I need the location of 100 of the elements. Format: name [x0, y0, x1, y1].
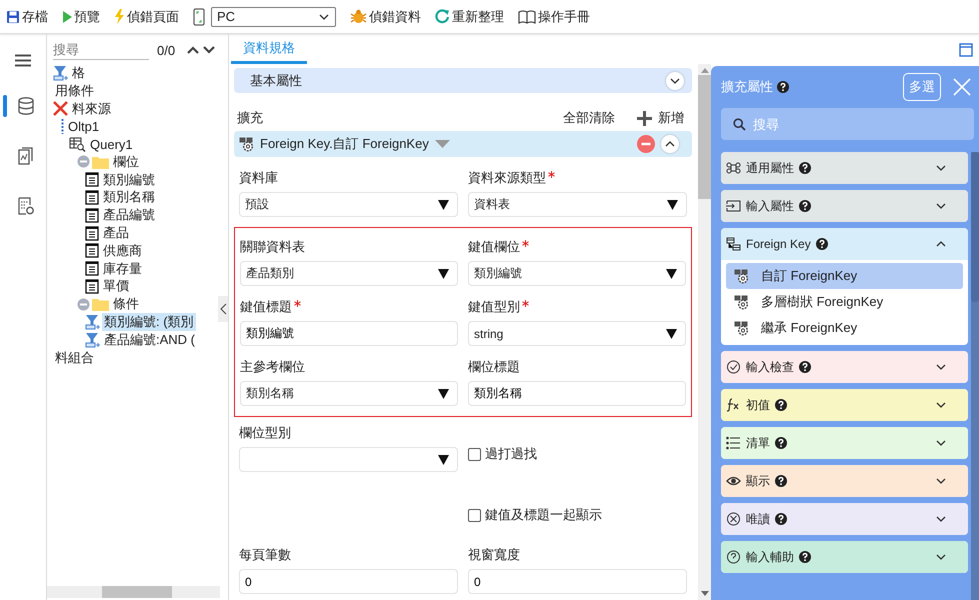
- help-icon[interactable]: [775, 437, 787, 449]
- dropdown[interactable]: 類別編號: [468, 261, 686, 286]
- group-header[interactable]: 唯讀: [721, 503, 968, 535]
- tree-item[interactable]: 欄位: [111, 152, 141, 171]
- chevron-up-icon[interactable]: [187, 46, 200, 54]
- scrollbar-thumb[interactable]: [971, 152, 979, 302]
- add-button[interactable]: 新增: [637, 109, 684, 127]
- help-icon[interactable]: [816, 238, 828, 250]
- checkbox[interactable]: [468, 508, 481, 522]
- document-icon: [85, 226, 99, 241]
- tree-item[interactable]: 單價: [101, 277, 131, 296]
- dropdown[interactable]: 類別名稱: [240, 381, 458, 406]
- tree-item[interactable]: 庫存量: [101, 260, 144, 278]
- group-header[interactable]: Foreign Key: [721, 228, 968, 260]
- field-label: 關聯資料表: [240, 238, 305, 256]
- list-item[interactable]: 自訂 ForeignKey: [726, 263, 963, 289]
- gear-table-icon: [239, 136, 254, 152]
- panel-icon[interactable]: [959, 43, 973, 57]
- tree-item[interactable]: 類別編號: (類別: [102, 313, 196, 332]
- scroll-down-icon[interactable]: [700, 591, 708, 596]
- tree-item[interactable]: 供應商: [101, 242, 144, 260]
- input-field[interactable]: 類別名稱: [468, 381, 686, 406]
- tree-item[interactable]: 格: [70, 64, 87, 82]
- chevron-down-icon: [936, 554, 946, 560]
- help-icon[interactable]: [777, 81, 789, 93]
- field-label: 鍵值欄位: [468, 238, 520, 256]
- chevron-up-icon: [936, 241, 946, 247]
- help-icon[interactable]: [799, 551, 811, 563]
- input-field[interactable]: 0: [468, 569, 687, 594]
- group-header[interactable]: 輸入檢查: [721, 351, 968, 383]
- dropdown[interactable]: 產品類別: [240, 261, 458, 286]
- remove-icon[interactable]: [637, 135, 655, 153]
- help-icon[interactable]: [799, 200, 811, 212]
- clear-all-button[interactable]: 全部清除: [563, 109, 615, 127]
- group-header[interactable]: 初值: [721, 389, 968, 421]
- search-field[interactable]: 搜尋: [53, 40, 149, 60]
- document-icon: [85, 172, 99, 188]
- collapse-handle[interactable]: [218, 296, 228, 322]
- tree-item[interactable]: 產品: [101, 224, 131, 242]
- eye-icon: [726, 474, 741, 488]
- group-header[interactable]: 輸入輔助: [721, 541, 968, 573]
- group-header[interactable]: 輸入屬性: [721, 190, 968, 222]
- function-icon: [726, 398, 741, 412]
- tree-item[interactable]: 類別編號: [101, 170, 157, 189]
- list-item[interactable]: 繼承 ForeignKey: [726, 315, 963, 341]
- device-dropdown[interactable]: PC: [211, 6, 336, 26]
- tree-item[interactable]: Oltp1: [66, 118, 102, 134]
- field-label: 資料庫: [239, 169, 278, 187]
- close-icon[interactable]: [953, 78, 971, 96]
- chevron-down-icon: [936, 165, 946, 171]
- folder-icon: [92, 154, 109, 169]
- phone-icon[interactable]: [193, 8, 205, 26]
- field-label: 視窗寬度: [468, 546, 520, 564]
- search-field[interactable]: 搜尋: [721, 108, 974, 140]
- checkbox[interactable]: [468, 448, 481, 460]
- help-icon[interactable]: [799, 361, 811, 373]
- document-icon: [85, 190, 99, 205]
- caret-icon: [438, 388, 449, 398]
- tree-item[interactable]: 用條件: [53, 82, 96, 100]
- collapse-button[interactable]: [661, 135, 679, 153]
- toolbar-button[interactable]: 偵錯資料: [350, 8, 421, 26]
- tree-item[interactable]: 料來源: [70, 100, 113, 118]
- chevron-down-icon[interactable]: [203, 46, 216, 54]
- tree-item[interactable]: Query1: [88, 136, 135, 152]
- tree-item[interactable]: 產品編號:AND (: [102, 330, 197, 349]
- group-header[interactable]: 清單: [721, 427, 968, 459]
- tree-item[interactable]: 類別名稱: [101, 188, 157, 206]
- toolbar-button[interactable]: 存檔: [6, 8, 48, 26]
- tree-item[interactable]: 條件: [111, 295, 141, 314]
- input-icon: [726, 199, 741, 213]
- dropdown[interactable]: 資料表: [468, 192, 687, 217]
- section-header[interactable]: 基本屬性: [234, 68, 692, 93]
- toolbar-button[interactable]: 預覽: [62, 8, 100, 26]
- toolbar-button[interactable]: 偵錯頁面: [114, 8, 179, 26]
- expand-button[interactable]: [666, 72, 684, 90]
- group-header[interactable]: 通用屬性: [721, 152, 968, 184]
- dropdown[interactable]: 預設: [239, 192, 458, 217]
- group-header[interactable]: 顯示: [721, 465, 968, 497]
- help-icon[interactable]: [775, 399, 787, 411]
- hierarchy-icon: [726, 237, 741, 251]
- help-icon[interactable]: [775, 475, 787, 487]
- gear-table-icon: [734, 294, 749, 310]
- field-label: 每頁筆數: [239, 546, 291, 564]
- list-item[interactable]: 多層樹狀 ForeignKey: [726, 289, 963, 315]
- input-field[interactable]: 類別編號: [240, 321, 458, 346]
- toolbar-button[interactable]: 操作手冊: [518, 8, 590, 26]
- scrollbar-thumb[interactable]: [102, 586, 172, 598]
- help-icon[interactable]: [799, 162, 811, 174]
- field-label: 欄位標題: [468, 358, 520, 376]
- toolbar-button[interactable]: 重新整理: [435, 8, 504, 26]
- help-icon[interactable]: [775, 513, 787, 525]
- scrollbar-thumb[interactable]: [698, 75, 711, 199]
- input-field[interactable]: 0: [239, 569, 458, 594]
- tree-item[interactable]: 料組合: [53, 348, 96, 367]
- dropdown[interactable]: string: [468, 321, 686, 346]
- extension-card-header[interactable]: Foreign Key.自訂 ForeignKey: [234, 131, 692, 157]
- tree-item[interactable]: 產品編號: [101, 206, 157, 224]
- check-circle-icon: [726, 360, 741, 374]
- menu-icon[interactable]: [15, 54, 31, 67]
- x-mark-icon: [53, 100, 68, 116]
